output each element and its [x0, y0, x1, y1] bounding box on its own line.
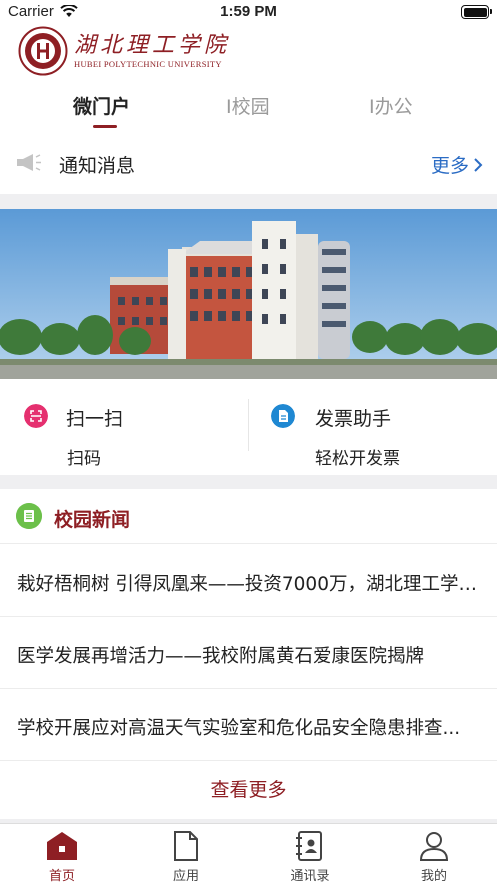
tab-office[interactable]: I办公 [369, 92, 413, 119]
tab-portal[interactable]: 微门户 [73, 92, 130, 119]
chevron-right-icon [474, 157, 483, 172]
invoice-subtitle: 轻松开发票 [315, 449, 400, 469]
view-more-news-button[interactable]: 查看更多 [0, 761, 497, 819]
battery-icon [461, 5, 492, 19]
notice-label: 通知消息 [59, 155, 136, 177]
campus-building-photo [0, 209, 497, 379]
tabbar-profile-label: 我的 [420, 869, 447, 883]
news-item-title: 栽好梧桐树 引得凤凰来——投资7000万，湖北理工学院... [17, 574, 477, 595]
scan-action[interactable]: 扫一扫 扫码 [0, 379, 248, 475]
logo-english-name: HUBEI POLYTECHNIC UNIVERSITY [74, 59, 222, 69]
tabbar-profile[interactable]: 我的 [389, 830, 479, 883]
campus-banner-image[interactable] [0, 209, 497, 379]
active-tab-indicator [93, 125, 117, 128]
scan-subtitle: 扫码 [67, 449, 101, 469]
megaphone-icon [17, 154, 41, 171]
news-item-title: 学校开展应对高温天气实验室和危化品安全隐患排查... [17, 718, 461, 739]
quick-actions: 扫一扫 扫码 发票助手 轻松开发票 [0, 379, 497, 475]
tab-campus[interactable]: I校园 [226, 92, 270, 119]
news-header: 校园新闻 [0, 489, 497, 544]
university-seal-icon [18, 26, 68, 76]
campus-news-section: 校园新闻 栽好梧桐树 引得凤凰来——投资7000万，湖北理工学院... 医学发展… [0, 489, 497, 819]
news-item[interactable]: 学校开展应对高温天气实验室和危化品安全隐患排查... [0, 689, 497, 761]
home-icon [47, 832, 77, 860]
scan-icon [24, 404, 48, 428]
news-item[interactable]: 栽好梧桐树 引得凤凰来——投资7000万，湖北理工学院... [0, 545, 497, 617]
news-icon [16, 503, 42, 529]
status-time: 1:59 PM [220, 3, 277, 20]
tabbar-contacts-label: 通讯录 [290, 869, 330, 883]
scan-title: 扫一扫 [66, 408, 124, 430]
notice-more-label: 更多 [430, 155, 469, 177]
notice-more-link[interactable]: 更多 [431, 151, 483, 178]
news-item[interactable]: 医学发展再增活力——我校附属黄石爱康医院揭牌 [0, 617, 497, 689]
university-logo: 湖北理工学院 HUBEI POLYTECHNIC UNIVERSITY [18, 26, 230, 76]
invoice-title: 发票助手 [315, 408, 392, 430]
notice-row[interactable]: 通知消息 更多 [0, 138, 497, 188]
logo-chinese-name: 湖北理工学院 [74, 33, 231, 58]
tabbar-home-label: 首页 [48, 869, 75, 883]
tabbar-contacts[interactable]: 通讯录 [265, 830, 355, 883]
tabbar-apps-label: 应用 [172, 869, 199, 883]
document-icon [174, 831, 198, 861]
invoice-icon [271, 404, 295, 428]
tabbar-apps[interactable]: 应用 [141, 830, 231, 883]
contacts-icon [296, 831, 322, 861]
tabbar-home[interactable]: 首页 [17, 830, 107, 883]
invoice-action[interactable]: 发票助手 轻松开发票 [249, 379, 497, 475]
bottom-tab-bar: 首页 应用 通讯录 我的 [0, 823, 497, 883]
top-tabs: 微门户 I校园 I办公 [0, 88, 497, 132]
status-bar: Carrier 1:59 PM [0, 0, 497, 26]
user-icon [419, 832, 449, 861]
news-item-title: 医学发展再增活力——我校附属黄石爱康医院揭牌 [17, 646, 425, 667]
news-section-title: 校园新闻 [54, 509, 131, 531]
header: 湖北理工学院 HUBEI POLYTECHNIC UNIVERSITY 微门户 … [0, 26, 497, 194]
